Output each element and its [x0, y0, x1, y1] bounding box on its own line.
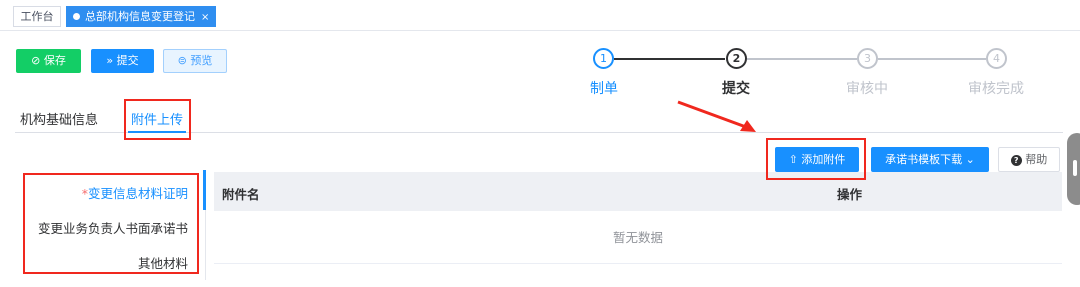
- submit-button-label: 提交: [116, 54, 139, 67]
- submit-button[interactable]: » 提交: [91, 49, 154, 73]
- table-header: [214, 172, 1062, 211]
- tab-bar: 工作台 总部机构信息变更登记 ×: [0, 0, 1080, 31]
- step-3-label: 审核中: [846, 81, 888, 97]
- step-line-3: [878, 58, 986, 60]
- template-download-button[interactable]: 承诺书模板下载 ⌄: [871, 147, 989, 172]
- table-empty-text: 暂无数据: [214, 211, 1062, 264]
- step-3-circle: 3: [857, 48, 878, 69]
- category-active-indicator: [203, 170, 206, 210]
- tab-active[interactable]: 总部机构信息变更登记 ×: [66, 6, 216, 27]
- help-button[interactable]: ? 帮助: [998, 147, 1060, 172]
- check-circle-icon: ⊘: [31, 54, 41, 67]
- annotation-box-categories: [23, 173, 199, 274]
- tab-active-label: 总部机构信息变更登记: [85, 10, 195, 23]
- template-download-label: 承诺书模板下载: [885, 153, 963, 166]
- step-line-1: [614, 58, 725, 60]
- grip-icon: [1073, 160, 1077, 176]
- step-4-label: 审核完成: [968, 81, 1024, 97]
- annotation-arrow-icon: [677, 100, 756, 132]
- annotation-box-upload-tab: [124, 99, 191, 140]
- step-1-circle: 1: [593, 48, 614, 69]
- column-header-filename: 附件名: [222, 187, 260, 202]
- column-header-operations: 操作: [837, 187, 863, 202]
- step-4-circle: 4: [986, 48, 1007, 69]
- save-button-label: 保存: [43, 54, 66, 67]
- step-line-2: [747, 58, 857, 60]
- step-1-label: 制单: [590, 81, 618, 97]
- close-icon[interactable]: ×: [201, 12, 209, 23]
- double-chevron-icon: »: [106, 54, 114, 67]
- help-label: 帮助: [1025, 153, 1048, 166]
- chevron-down-icon: ⌄: [965, 153, 975, 166]
- tab-workbench[interactable]: 工作台: [13, 6, 61, 27]
- print-icon: ⊜: [177, 54, 187, 67]
- preview-button-label: 预览: [190, 54, 213, 67]
- help-icon: ?: [1010, 155, 1022, 166]
- tab-basic-info[interactable]: 机构基础信息: [20, 109, 98, 128]
- step-2-circle: 2: [726, 48, 747, 69]
- preview-button[interactable]: ⊜ 预览: [163, 49, 227, 73]
- step-2-label: 提交: [722, 81, 750, 97]
- save-button[interactable]: ⊘ 保存: [16, 49, 81, 73]
- annotation-box-add-button: [766, 138, 866, 180]
- active-dot-icon: [73, 13, 80, 20]
